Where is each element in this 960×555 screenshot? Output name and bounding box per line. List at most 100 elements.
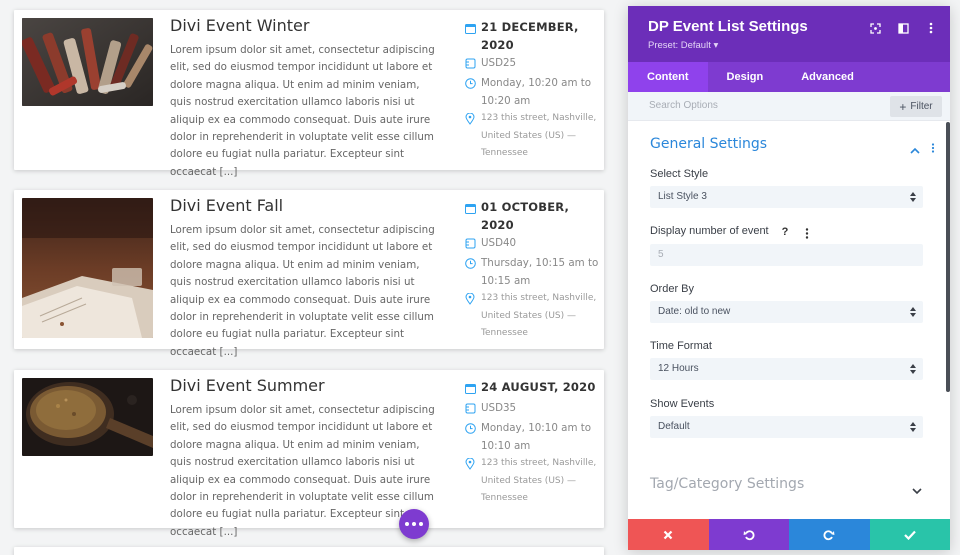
order-by-value: Date: old to new	[658, 306, 731, 317]
discard-button[interactable]	[628, 519, 709, 550]
event-meta: 01 OCTOBER, 2020 USD40 Thursday, 10:15 a…	[465, 198, 601, 343]
time-format-value: 12 Hours	[658, 363, 699, 374]
tab-design[interactable]: Design	[708, 62, 783, 92]
location-pin-icon	[465, 112, 477, 133]
show-events-select[interactable]: Default	[650, 416, 923, 438]
calendar-icon	[465, 381, 477, 399]
select-arrows-icon	[910, 422, 916, 432]
event-date: 01 OCTOBER, 2020	[465, 198, 601, 234]
display-number-label: Display number of event	[650, 225, 769, 237]
event-time: Monday, 10:20 am to 10:20 am	[465, 75, 601, 110]
event-time-text: Monday, 10:20 am to 10:20 am	[481, 77, 592, 107]
event-image-book[interactable]	[22, 198, 153, 338]
kebab-menu-icon[interactable]	[922, 19, 940, 37]
event-card-partial[interactable]	[14, 547, 604, 555]
event-address-text: 123 this street, Nashville, United State…	[481, 293, 597, 339]
header-actions	[866, 19, 940, 37]
select-arrows-icon	[910, 307, 916, 317]
section-general-settings[interactable]: General Settings	[650, 136, 767, 152]
filter-button[interactable]: + Filter	[890, 96, 942, 117]
event-time: Thursday, 10:15 am to 10:15 am	[465, 255, 601, 290]
ticket-icon	[465, 402, 477, 420]
select-style-select[interactable]: List Style 3	[650, 186, 923, 208]
field-menu-icon[interactable]	[805, 226, 809, 244]
undo-icon	[743, 529, 755, 540]
sidebar-toggle-icon[interactable]	[894, 19, 912, 37]
event-date: 21 DECEMBER, 2020	[465, 18, 601, 54]
clock-icon	[465, 423, 477, 441]
select-style-label: Select Style	[650, 168, 709, 180]
event-card[interactable]: Divi Event Winter Lorem ipsum dolor sit …	[14, 10, 604, 178]
redo-button[interactable]	[789, 519, 870, 550]
plus-icon: +	[899, 99, 907, 114]
focus-icon[interactable]	[866, 19, 884, 37]
show-events-label: Show Events	[650, 398, 715, 410]
save-check-icon	[903, 530, 916, 540]
select-arrows-icon	[910, 192, 916, 202]
order-by-label: Order By	[650, 283, 695, 295]
event-address: 123 this street, Nashville, United State…	[465, 110, 601, 163]
event-date-text: 21 DECEMBER, 2020	[481, 20, 579, 52]
select-arrows-icon	[910, 364, 916, 374]
location-pin-icon	[465, 457, 477, 478]
tab-content[interactable]: Content	[628, 62, 708, 92]
clock-icon	[465, 78, 477, 96]
panel-title: DP Event List Settings	[648, 18, 808, 35]
event-image-spice[interactable]	[22, 378, 153, 456]
event-address-text: 123 this street, Nashville, United State…	[481, 458, 597, 504]
filter-label: Filter	[910, 101, 933, 112]
event-price: USD35	[465, 399, 601, 420]
display-number-input[interactable]: 5	[650, 244, 923, 266]
section-menu-icon[interactable]	[931, 140, 935, 158]
help-icon[interactable]: ?	[778, 225, 792, 239]
event-meta: 24 AUGUST, 2020 USD35 Monday, 10:10 am t…	[465, 378, 601, 508]
event-price-text: USD35	[481, 402, 517, 414]
event-address-text: 123 this street, Nashville, United State…	[481, 113, 597, 159]
event-title[interactable]: Divi Event Fall	[170, 196, 442, 216]
event-price-text: USD25	[481, 57, 517, 69]
event-date: 24 AUGUST, 2020	[465, 378, 601, 399]
more-dots-icon[interactable]	[399, 509, 429, 539]
ticket-icon	[465, 237, 477, 255]
select-style-value: List Style 3	[658, 191, 707, 202]
event-price: USD25	[465, 54, 601, 75]
event-price: USD40	[465, 234, 601, 255]
panel-tabs: Content Design Advanced	[628, 62, 950, 92]
event-time: Monday, 10:10 am to 10:10 am	[465, 420, 601, 455]
settings-panel: DP Event List Settings Preset: Default ▾…	[628, 6, 950, 550]
event-meta: 21 DECEMBER, 2020 USD25 Monday, 10:20 am…	[465, 18, 601, 163]
time-format-select[interactable]: 12 Hours	[650, 358, 923, 380]
redo-icon	[823, 529, 835, 540]
event-body: Divi Event Winter Lorem ipsum dolor sit …	[170, 16, 442, 181]
event-image-tools[interactable]	[22, 18, 153, 106]
panel-footer	[628, 519, 950, 550]
preset-dropdown[interactable]: Preset: Default ▾	[648, 40, 718, 51]
close-icon	[663, 530, 673, 539]
save-button[interactable]	[869, 519, 950, 550]
event-description: Lorem ipsum dolor sit amet, consectetur …	[170, 224, 435, 358]
event-date-text: 24 AUGUST, 2020	[481, 380, 596, 394]
calendar-icon	[465, 201, 477, 219]
location-pin-icon	[465, 292, 477, 313]
event-date-text: 01 OCTOBER, 2020	[481, 200, 570, 232]
event-address: 123 this street, Nashville, United State…	[465, 455, 601, 508]
section-tag-category-settings[interactable]: Tag/Category Settings	[650, 476, 804, 492]
order-by-select[interactable]: Date: old to new	[650, 301, 923, 323]
search-options-input[interactable]: Search Options	[649, 100, 718, 111]
event-address: 123 this street, Nashville, United State…	[465, 290, 601, 343]
chevron-up-icon[interactable]	[910, 141, 920, 159]
event-price-text: USD40	[481, 237, 517, 249]
event-time-text: Thursday, 10:15 am to 10:15 am	[481, 257, 599, 287]
event-time-text: Monday, 10:10 am to 10:10 am	[481, 422, 592, 452]
chevron-down-icon[interactable]	[912, 482, 922, 500]
event-title[interactable]: Divi Event Summer	[170, 376, 442, 396]
show-events-value: Default	[658, 421, 690, 432]
tab-advanced[interactable]: Advanced	[782, 62, 873, 92]
panel-header: DP Event List Settings Preset: Default ▾	[628, 6, 950, 62]
event-title[interactable]: Divi Event Winter	[170, 16, 442, 36]
panel-scrollbar[interactable]	[946, 122, 950, 392]
event-card[interactable]: Divi Event Summer Lorem ipsum dolor sit …	[14, 370, 604, 538]
event-card[interactable]: Divi Event Fall Lorem ipsum dolor sit am…	[14, 190, 604, 358]
search-options-bar: Search Options + Filter	[628, 92, 950, 121]
undo-button[interactable]	[708, 519, 789, 550]
